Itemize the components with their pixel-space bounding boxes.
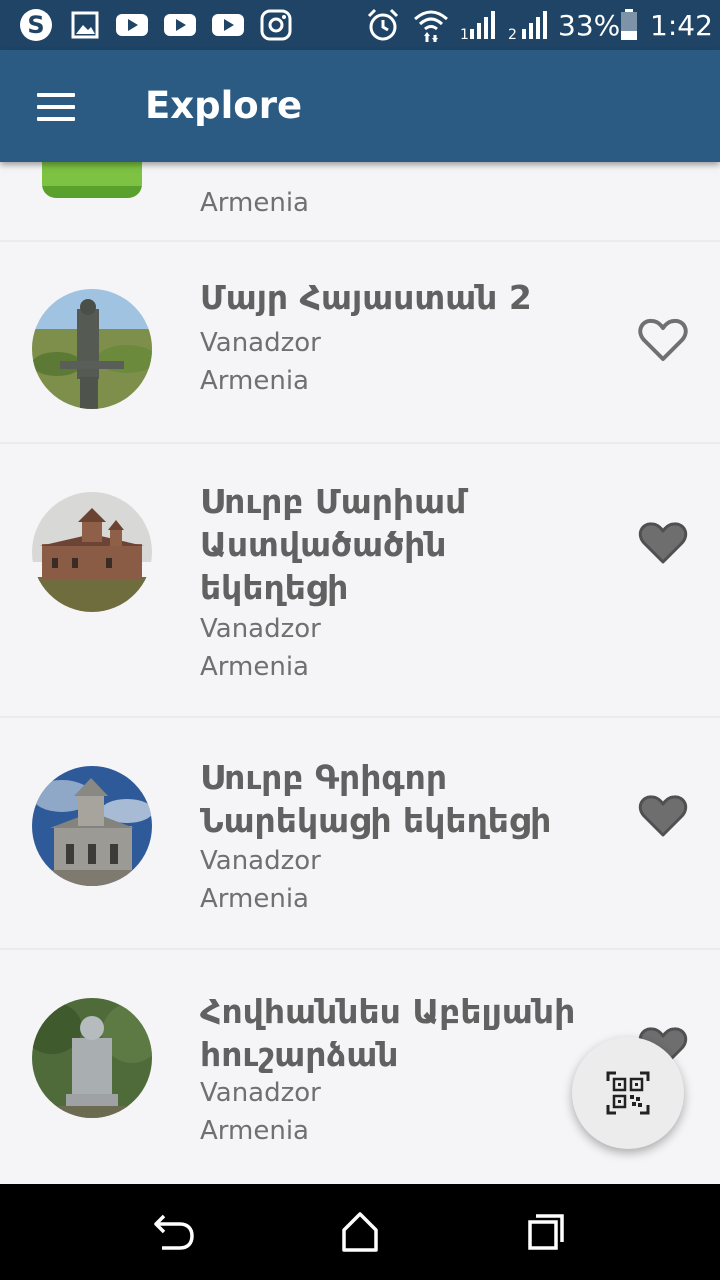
place-country: Armenia (200, 884, 309, 914)
list-item[interactable]: Armenia (0, 162, 720, 242)
favorite-outline-icon[interactable] (638, 317, 688, 363)
battery-percent: 33% (558, 9, 621, 42)
svg-text:S: S (27, 11, 44, 39)
place-country: Armenia (200, 652, 309, 682)
place-city: Vanadzor (200, 1078, 321, 1108)
youtube-icon (210, 7, 246, 48)
list-item[interactable]: Սուրբ Մարիամ Աստվածածին եկեղեցի Vanadzor… (0, 444, 720, 718)
image-icon (70, 7, 100, 48)
battery-icon (618, 7, 640, 48)
place-country: Armenia (200, 366, 309, 396)
place-thumbnail (32, 998, 152, 1118)
home-icon[interactable] (334, 1206, 386, 1258)
place-thumbnail (32, 492, 152, 612)
youtube-icon (114, 7, 150, 48)
qr-code-icon (606, 1071, 650, 1115)
place-thumbnail (32, 289, 152, 409)
signal-2-icon: 2 (508, 7, 550, 48)
place-country: Armenia (200, 188, 309, 218)
youtube-icon (162, 7, 198, 48)
clock: 1:42 (650, 9, 713, 42)
explore-list[interactable]: Armenia Մայր Հայաստան 2 Vanadzor Armenia (0, 162, 720, 1184)
svg-text:1: 1 (460, 27, 469, 43)
system-nav-bar (0, 1184, 720, 1280)
instagram-icon (258, 7, 294, 48)
page-title: Explore (145, 84, 303, 127)
place-city: Vanadzor (200, 328, 321, 358)
qr-scan-button[interactable] (572, 1037, 684, 1149)
place-title: Սուրբ Մարիամ Աստվածածին եկեղեցի (200, 482, 467, 607)
place-city: Vanadzor (200, 846, 321, 876)
status-bar: S 1 2 33% 1:42 (0, 0, 720, 50)
place-country: Armenia (200, 1116, 309, 1146)
place-title: Հովհաննես Աբելյանի հուշարձան (200, 992, 576, 1074)
skype-icon: S (18, 7, 54, 48)
place-title: Մայր Հայաստան 2 (200, 278, 532, 317)
back-icon[interactable] (148, 1206, 200, 1258)
place-thumbnail (42, 162, 142, 198)
favorite-filled-icon[interactable] (638, 520, 688, 566)
favorite-filled-icon[interactable] (638, 793, 688, 839)
place-thumbnail (32, 766, 152, 886)
app-bar: Explore (0, 50, 720, 162)
wifi-icon (412, 7, 450, 48)
svg-text:2: 2 (508, 27, 517, 43)
list-item[interactable]: Մայր Հայաստան 2 Vanadzor Armenia (0, 242, 720, 444)
place-title: Սուրբ Գրիգոր Նարեկացի եկեղեցի (200, 758, 552, 840)
hamburger-menu-icon[interactable] (26, 80, 86, 132)
place-city: Vanadzor (200, 614, 321, 644)
list-item[interactable]: Սուրբ Գրիգոր Նարեկացի եկեղեցի Vanadzor A… (0, 718, 720, 950)
alarm-icon (366, 7, 400, 48)
signal-1-icon: 1 (458, 7, 496, 48)
recents-icon[interactable] (520, 1206, 572, 1258)
